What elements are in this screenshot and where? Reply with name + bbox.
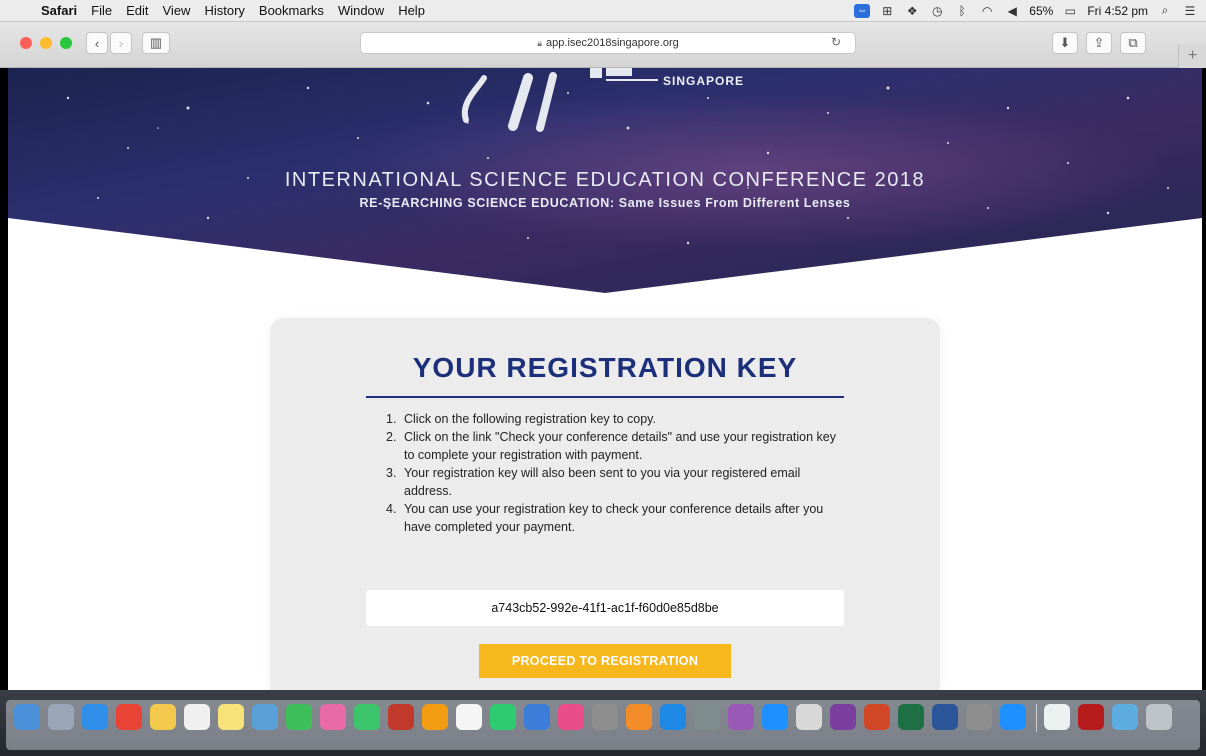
messages-icon[interactable]: [286, 704, 312, 730]
menu-edit[interactable]: Edit: [119, 3, 155, 18]
tabs-icon: ⧉: [1128, 35, 1138, 50]
forward-button[interactable]: ›: [110, 32, 132, 54]
dock: [0, 690, 1206, 756]
sidebar-toggle-button[interactable]: ▥: [142, 32, 170, 54]
stickies-icon[interactable]: [218, 704, 244, 730]
share-button[interactable]: ⇪: [1086, 32, 1112, 54]
registration-key-copy-field[interactable]: a743cb52-992e-41f1-ac1f-f60d0e85d8be: [366, 590, 844, 626]
mail-icon[interactable]: [1112, 704, 1138, 730]
excel-icon[interactable]: [898, 704, 924, 730]
siri-icon[interactable]: [728, 704, 754, 730]
menu-window[interactable]: Window: [331, 3, 391, 18]
wifi-icon[interactable]: ◠: [979, 4, 995, 18]
menu-help[interactable]: Help: [391, 3, 432, 18]
close-window-button[interactable]: [20, 37, 32, 49]
zoom-window-button[interactable]: [60, 37, 72, 49]
instruction-item: 3. Your registration key will also been s…: [386, 466, 801, 498]
acrobat-icon[interactable]: [1078, 704, 1104, 730]
sidebar-icon: ▥: [149, 35, 163, 50]
chrome-icon[interactable]: [116, 704, 142, 730]
launchpad-icon[interactable]: [48, 704, 74, 730]
time-machine-icon[interactable]: ◷: [929, 4, 945, 18]
calendar-icon[interactable]: [184, 704, 210, 730]
downloads-button[interactable]: ⬇: [1052, 32, 1078, 54]
conference-title: INTERNATIONAL SCIENCE EDUCATION CONFEREN…: [284, 169, 926, 191]
help-icon[interactable]: [592, 704, 618, 730]
address-bar[interactable]: 🔒︎ app.isec2018singapore.org ↻: [360, 32, 856, 54]
teamviewer-icon[interactable]: [762, 704, 788, 730]
battery-percent[interactable]: 65%: [1029, 4, 1053, 18]
documents-icon[interactable]: [1044, 704, 1070, 730]
instruction-item: 2. Click on the link "Check your conferen…: [386, 430, 837, 462]
clipboard-icon[interactable]: [796, 704, 822, 730]
page-viewport: SINGAPORE INTERNATIONAL SCIENCE EDUCATIO…: [8, 68, 1202, 690]
photos2-icon[interactable]: [422, 704, 448, 730]
notification-center-icon[interactable]: ☰: [1182, 4, 1198, 18]
instruction-item: 4. You can use your registration key to c…: [386, 502, 824, 534]
card-title: YOUR REGISTRATION KEY: [412, 352, 798, 383]
proceed-to-registration-button[interactable]: PROCEED TO REGISTRATION: [479, 644, 731, 678]
share-icon: ⇪: [1093, 35, 1105, 50]
teamviewer2-icon[interactable]: [1000, 704, 1026, 730]
powerpoint-icon[interactable]: [864, 704, 890, 730]
download-icon: ⬇: [1059, 35, 1071, 50]
grid-status-icon[interactable]: ⊞: [879, 4, 895, 18]
trash-icon[interactable]: [1146, 704, 1172, 730]
keynote-icon[interactable]: [524, 704, 550, 730]
preview-icon[interactable]: [252, 704, 278, 730]
tabs-overview-button[interactable]: ⧉: [1120, 32, 1146, 54]
lock-icon: 🔒︎: [537, 37, 543, 48]
menu-app-name[interactable]: Safari: [34, 3, 84, 18]
reload-icon[interactable]: ↻: [831, 35, 841, 49]
bluetooth-icon[interactable]: ᛒ: [954, 4, 970, 18]
photobooth-icon[interactable]: [388, 704, 414, 730]
textedit-icon[interactable]: [456, 704, 482, 730]
system-prefs-icon[interactable]: [694, 704, 720, 730]
finder-icon[interactable]: [14, 704, 40, 730]
photos-icon[interactable]: [320, 704, 346, 730]
instructions-list: 1. Click on the following registration ke…: [386, 410, 836, 536]
spotlight-search-icon[interactable]: ⌕: [1157, 3, 1173, 18]
back-button[interactable]: ‹: [86, 32, 108, 54]
notes-icon[interactable]: [150, 704, 176, 730]
dock-separator: [1036, 704, 1037, 732]
teamviewer-status-icon[interactable]: ⇔: [854, 3, 871, 18]
ibooks-icon[interactable]: [626, 704, 652, 730]
numbers-icon[interactable]: [490, 704, 516, 730]
dropbox-status-icon[interactable]: ❖: [904, 4, 920, 18]
itunes-icon[interactable]: [558, 704, 584, 730]
hero-banner: SINGAPORE INTERNATIONAL SCIENCE EDUCATIO…: [8, 68, 1202, 298]
status-area: ⇔ ⊞ ❖ ◷ ᛒ ◠ ◀ 65% ▭ Fri 4:52 pm ⌕ ☰: [854, 3, 1206, 18]
menu-history[interactable]: History: [197, 3, 251, 18]
chevron-left-icon: ‹: [94, 35, 100, 51]
volume-icon[interactable]: ◀: [1004, 4, 1020, 18]
appstore-icon[interactable]: [660, 704, 686, 730]
menu-view[interactable]: View: [156, 3, 198, 18]
battery-icon[interactable]: ▭: [1062, 4, 1078, 18]
browser-toolbar: ‹ › ▥ 🔒︎ app.isec2018singapore.org ↻ ⬇ ⇪…: [0, 22, 1206, 68]
facetime-icon[interactable]: [354, 704, 380, 730]
chevron-right-icon: ›: [118, 35, 124, 51]
onenote-icon[interactable]: [830, 704, 856, 730]
menubar-clock[interactable]: Fri 4:52 pm: [1087, 4, 1148, 18]
new-tab-button[interactable]: +: [1178, 44, 1206, 68]
registration-key-card: YOUR REGISTRATION KEY 1. Click on the fol…: [270, 318, 940, 690]
menu-file[interactable]: File: [84, 3, 119, 18]
minimize-window-button[interactable]: [40, 37, 52, 49]
help2-icon[interactable]: [966, 704, 992, 730]
word-icon[interactable]: [932, 704, 958, 730]
menu-bookmarks[interactable]: Bookmarks: [252, 3, 331, 18]
title-divider: [366, 396, 844, 398]
instruction-item: 1. Click on the following registration ke…: [386, 412, 656, 426]
url-text: app.isec2018singapore.org: [546, 37, 679, 49]
safari-icon[interactable]: [82, 704, 108, 730]
conference-subtitle: RE-SEARCHING SCIENCE EDUCATION: Same Iss…: [359, 196, 851, 210]
logo-text: SINGAPORE: [663, 74, 745, 88]
menubar: Safari File Edit View History Bookmarks …: [0, 0, 1206, 22]
